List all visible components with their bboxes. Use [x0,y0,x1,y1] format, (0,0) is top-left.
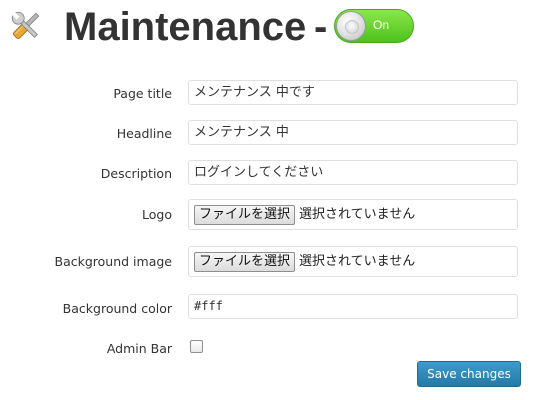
admin-bar-label: Admin Bar [106,341,172,356]
background-image-choose-file-button[interactable]: ファイルを選択 [194,251,296,272]
tools-icon [11,11,40,40]
description-input[interactable]: ログインしてください [188,160,518,185]
save-changes-button[interactable]: Save changes [417,361,521,387]
page-header: Maintenance - On [0,0,536,60]
background-color-input[interactable]: #fff [188,294,518,319]
admin-bar-checkbox[interactable] [190,340,203,353]
logo-label: Logo [142,207,172,222]
description-label: Description [100,166,172,181]
background-image-label: Background image [54,254,172,269]
logo-choose-file-button[interactable]: ファイルを選択 [194,204,296,225]
page-title-input[interactable]: メンテナンス 中です [188,80,518,105]
background-image-file-status: 選択されていません [299,254,416,269]
page-title-label: Page title [113,86,172,101]
page-title: Maintenance [64,5,307,49]
toggle-label: On [373,18,390,32]
headline-input[interactable]: メンテナンス 中 [188,120,518,145]
title-dash: - [314,5,328,49]
background-color-label: Background color [62,301,172,316]
background-image-file-field: ファイルを選択 選択されていません [188,246,518,277]
toggle-knob[interactable] [336,11,366,41]
headline-label: Headline [116,126,172,141]
maintenance-settings-page: Maintenance - On Page title メンテナンス 中です H… [0,0,536,400]
logo-file-status: 選択されていません [299,207,416,222]
maintenance-toggle[interactable]: On [334,9,414,43]
logo-file-field: ファイルを選択 選択されていません [188,199,518,230]
